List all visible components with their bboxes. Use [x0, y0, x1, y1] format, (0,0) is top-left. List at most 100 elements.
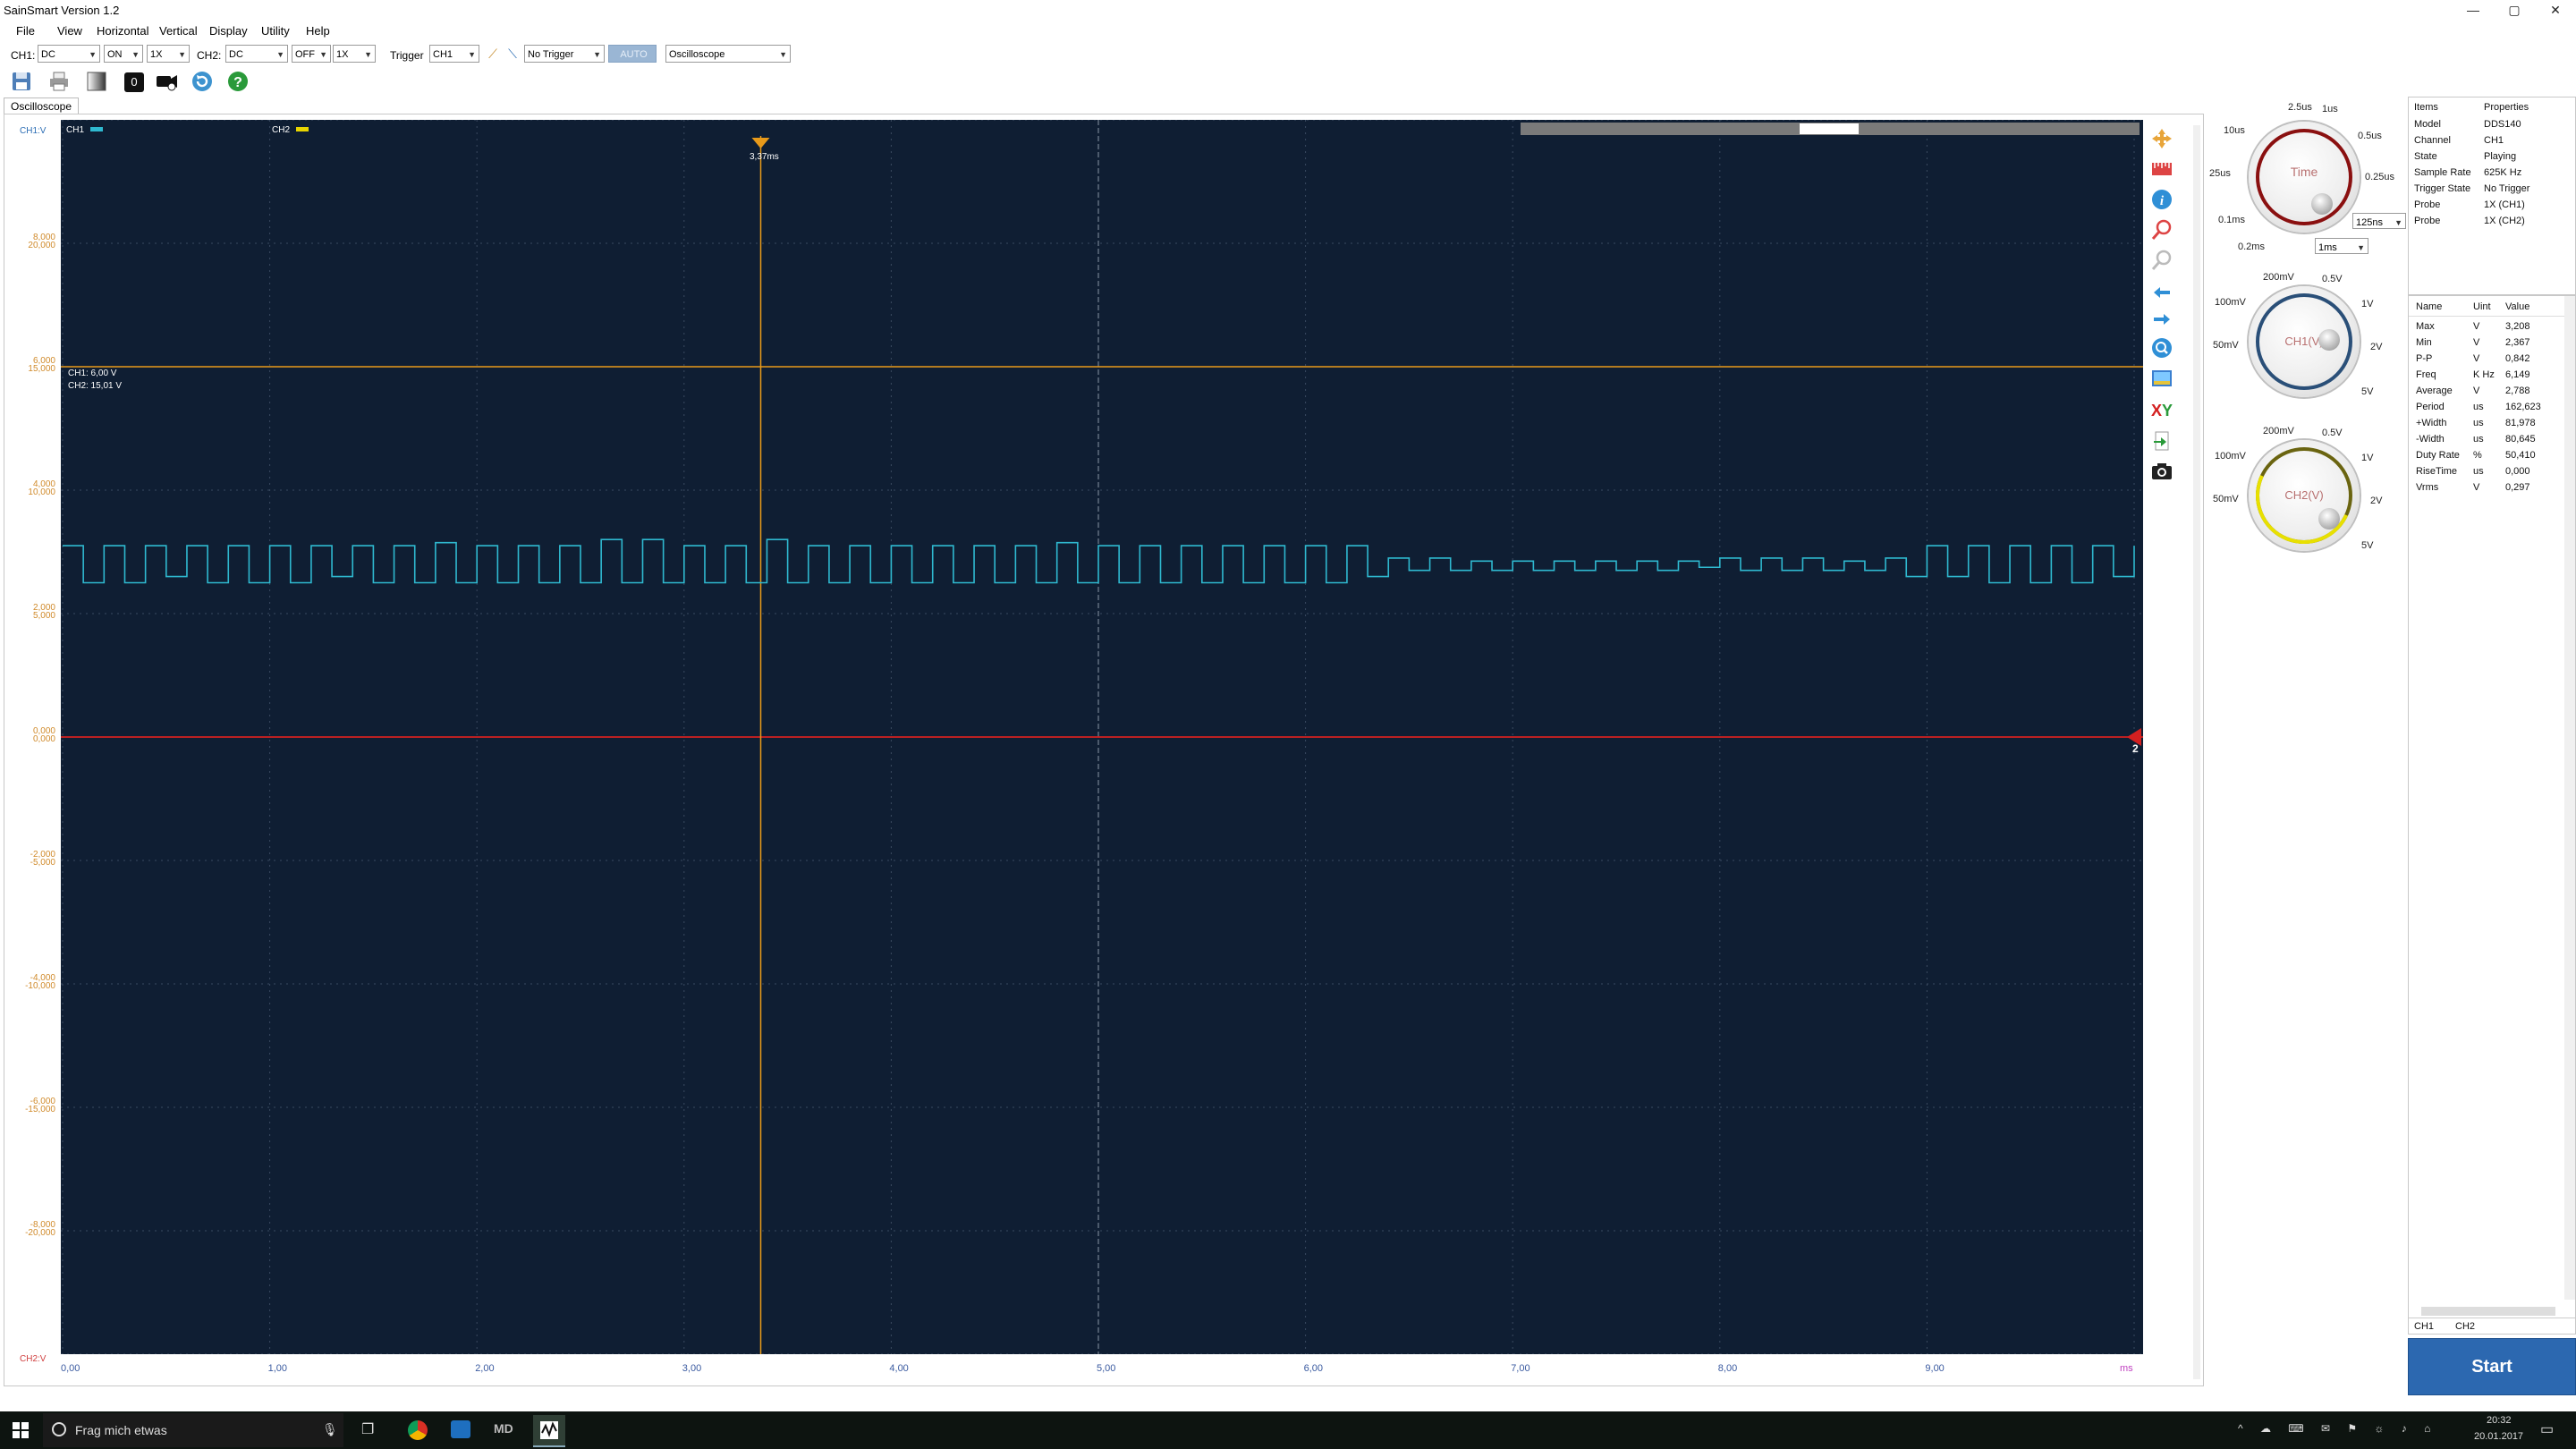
chevron-down-icon: ▼ — [593, 50, 601, 59]
ch2-probe-select[interactable]: 1X ▼ — [333, 45, 376, 63]
move-icon[interactable] — [2150, 127, 2174, 150]
md-icon[interactable]: MD — [494, 1421, 513, 1436]
ch1-coupling-select[interactable]: DC ▼ — [38, 45, 100, 63]
ch2-coupling-select[interactable]: DC ▼ — [225, 45, 288, 63]
expand-icon[interactable] — [2150, 309, 2174, 329]
property-name: Trigger State — [2414, 183, 2471, 194]
export-icon[interactable] — [2150, 429, 2174, 453]
ch2-tick-200mv: 200mV — [2263, 426, 2294, 436]
measurements-panel: Name Uint Value Max V 3,208 Min V 2,367 P-P V 0,… — [2408, 295, 2576, 1335]
shrink-icon[interactable] — [2150, 283, 2174, 302]
ch1-tick-50mv: 50mV — [2213, 340, 2239, 351]
image-icon[interactable] — [2150, 367, 2174, 390]
svg-text:?: ? — [233, 75, 242, 90]
rising-edge-icon[interactable]: ⟋ — [485, 47, 501, 63]
scope-vscrollbar[interactable] — [2193, 125, 2200, 1379]
zoom-out-icon[interactable] — [2150, 249, 2174, 272]
measurement-value: 162,623 — [2505, 402, 2541, 412]
trigger-mode-select[interactable]: No Trigger ▼ — [524, 45, 605, 63]
ch2-label: CH2: — [197, 49, 222, 62]
tab-oscilloscope[interactable]: Oscilloscope — [4, 97, 79, 114]
sainsmart-task-icon[interactable] — [533, 1415, 565, 1447]
cursor-marker[interactable] — [751, 138, 770, 148]
menu-display[interactable]: Display — [209, 24, 248, 38]
measurement-name: Vrms — [2416, 482, 2439, 493]
close-button[interactable]: ✕ — [2535, 0, 2576, 20]
refresh-icon[interactable] — [190, 70, 215, 95]
property-name: State — [2414, 151, 2437, 162]
title-bar: SainSmart Version 1.2 — ▢ ✕ — [0, 0, 2576, 20]
gradient-icon[interactable] — [84, 70, 109, 95]
ch1-tick-2v: 2V — [2370, 342, 2383, 352]
save-icon[interactable] — [9, 70, 34, 95]
measurement-value: 2,367 — [2505, 337, 2530, 348]
menu-vertical[interactable]: Vertical — [159, 24, 198, 38]
tab-ch2[interactable]: CH2 — [2455, 1321, 2475, 1332]
ruler-icon[interactable] — [2150, 157, 2174, 181]
chrome-icon[interactable] — [408, 1420, 428, 1440]
system-tray-icons[interactable]: ^ ☁ ⌨ ✉ ⚑ ☼ ♪ ⌂ — [2238, 1422, 2437, 1435]
menu-view[interactable]: View — [57, 24, 82, 38]
measurement-unit: V — [2473, 482, 2480, 493]
ch1-probe-select[interactable]: 1X ▼ — [147, 45, 190, 63]
time-knob-grip — [2311, 193, 2333, 215]
tab-ch1[interactable]: CH1 — [2414, 1321, 2434, 1332]
ch2-state-select[interactable]: OFF ▼ — [292, 45, 331, 63]
measurement-unit: V — [2473, 321, 2480, 332]
minimize-button[interactable]: — — [2453, 0, 2494, 20]
task-view-icon[interactable]: ❐ — [361, 1420, 374, 1438]
menu-utility[interactable]: Utility — [261, 24, 290, 38]
measurements-header-value: Value — [2505, 301, 2530, 312]
scope-side-toolbar: i XY — [2147, 125, 2177, 501]
menu-file[interactable]: File — [16, 24, 35, 38]
trigger-source-value: CH1 — [433, 49, 453, 60]
ch2-axis-label: CH2:V — [20, 1354, 47, 1364]
menu-horizontal[interactable]: Horizontal — [97, 24, 149, 38]
zoom-in-icon[interactable] — [2150, 218, 2174, 242]
ch2-tick-0-5v: 0.5V — [2322, 428, 2343, 438]
windows-start-icon[interactable] — [13, 1422, 29, 1438]
measurements-hscrollbar[interactable] — [2421, 1307, 2555, 1316]
memory-scrollbar-thumb[interactable] — [1800, 123, 1859, 134]
ch1-volts-knob[interactable]: CH1(V) — [2249, 286, 2360, 397]
record-icon[interactable] — [154, 70, 179, 95]
help-icon[interactable]: ? — [225, 70, 250, 95]
x-tick-label: 1,00 — [267, 1363, 288, 1374]
camera-icon[interactable] — [2150, 460, 2174, 483]
measurement-unit: V — [2473, 337, 2480, 348]
print-icon[interactable] — [47, 70, 72, 95]
measurement-unit: V — [2473, 353, 2480, 364]
app-icon[interactable] — [451, 1420, 470, 1438]
measurement-name: P-P — [2416, 353, 2433, 364]
y-tick-label-ch2: 0,000 — [32, 734, 55, 744]
scope-plot[interactable]: CH1 CH2 3,37ms CH1: 6,00 V CH2: 15,01 V … — [61, 120, 2143, 1354]
auto-button[interactable]: AUTO — [608, 45, 657, 63]
memory-scrollbar[interactable] — [1521, 123, 2140, 135]
ch1-trigger-level-text: CH1: 6,00 V — [68, 369, 117, 378]
y-tick-label-ch2: -20,000 — [25, 1228, 55, 1238]
measurement-name: Average — [2416, 386, 2453, 396]
falling-edge-icon[interactable]: ⟍ — [504, 47, 521, 63]
maximize-button[interactable]: ▢ — [2494, 0, 2535, 20]
timebase-coarse-select[interactable]: 1ms ▼ — [2315, 238, 2368, 254]
ch1-tick-5v: 5V — [2361, 386, 2374, 397]
notification-icon[interactable]: ▭ — [2540, 1420, 2554, 1438]
taskbar-search[interactable]: Frag mich etwas 🎙 — [43, 1413, 343, 1447]
y-tick-label-ch2: -10,000 — [25, 981, 55, 991]
measurements-vscrollbar[interactable] — [2564, 296, 2575, 1300]
info-icon[interactable]: i — [2150, 188, 2174, 211]
time-knob[interactable]: Time — [2249, 122, 2360, 233]
timebase-fine-select[interactable]: 125ns ▼ — [2352, 213, 2406, 229]
ch2-tick-2v: 2V — [2370, 496, 2383, 506]
start-button[interactable]: Start — [2408, 1338, 2576, 1395]
ch1-knob-grip — [2318, 329, 2340, 351]
search-icon[interactable] — [2150, 336, 2174, 360]
ch2-volts-knob[interactable]: CH2(V) — [2241, 433, 2367, 558]
trigger-source-select[interactable]: CH1 ▼ — [429, 45, 479, 63]
property-name: Model — [2414, 119, 2441, 130]
xy-mode-icon[interactable]: XY — [2150, 399, 2174, 422]
menu-help[interactable]: Help — [306, 24, 330, 38]
mode-select[interactable]: Oscilloscope ▼ — [665, 45, 791, 63]
ch1-state-select[interactable]: ON ▼ — [104, 45, 143, 63]
time-tick-0-5us: 0.5us — [2358, 131, 2382, 141]
